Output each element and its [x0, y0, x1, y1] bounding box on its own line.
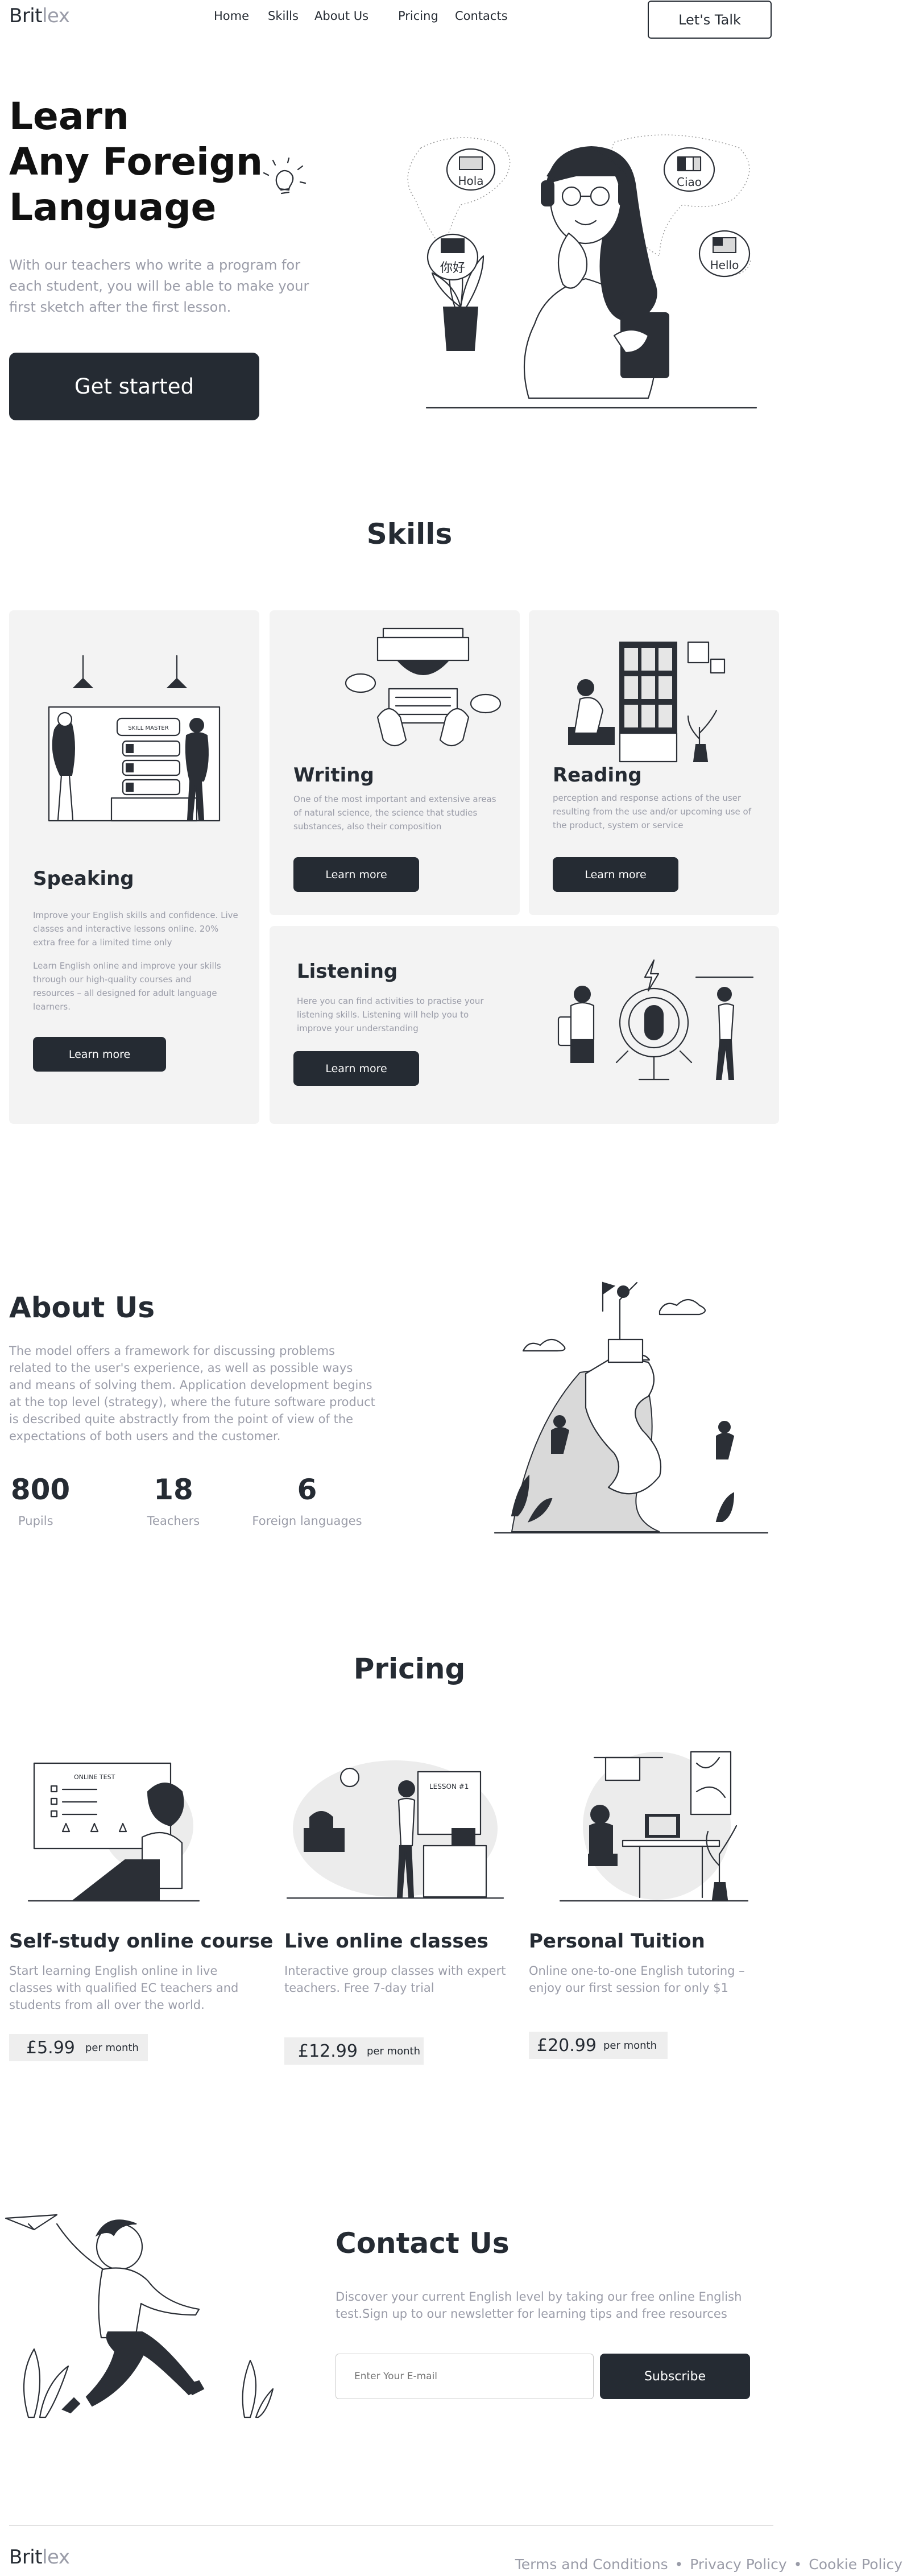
footer-link-terms[interactable]: Terms and Conditions: [515, 2556, 668, 2573]
nav-contacts[interactable]: Contacts: [455, 9, 508, 23]
self-study-price: £5.99: [26, 2037, 75, 2058]
speech-bubble-nihao: 你好: [426, 233, 479, 281]
about-heading: About Us: [9, 1291, 155, 1324]
live-classes-illustration: LESSON #1: [286, 1760, 504, 1899]
speaking-learn-more-button[interactable]: Learn more: [33, 1037, 166, 1072]
about-illustration: [494, 1281, 769, 1534]
woman-with-headphones: [523, 146, 669, 399]
personal-tuition-price-badge: £20.99 per month: [529, 2032, 668, 2059]
speaking-illustration: SKILL MASTER: [48, 655, 221, 822]
footer-divider: [9, 2525, 773, 2526]
footer-separator: •: [674, 2556, 684, 2573]
stat-languages: 6 Foreign languages: [250, 1473, 364, 1528]
footer-logo-brit: Brit: [9, 2546, 43, 2569]
live-classes-art-text: LESSON #1: [429, 1783, 469, 1791]
lightbulb-icon: [263, 157, 307, 195]
reading-text: perception and response actions of the u…: [553, 793, 751, 830]
hero-title-line-2: Any Foreign: [9, 140, 263, 184]
writing-title: Writing: [293, 764, 374, 787]
lets-talk-button[interactable]: Let's Talk: [648, 1, 772, 39]
nav-home[interactable]: Home: [214, 9, 249, 23]
nav-about-us[interactable]: About Us: [314, 9, 368, 23]
stat-pupils: 800 Pupils: [9, 1473, 72, 1528]
speech-bubble-ciao: Ciao: [663, 147, 715, 192]
personal-tuition-text: Online one-to-one English tutoring – enj…: [529, 1964, 745, 1995]
nav-skills[interactable]: Skills: [268, 9, 299, 23]
stat-teachers: 18 Teachers: [142, 1473, 205, 1528]
reading-learn-more-button[interactable]: Learn more: [553, 857, 678, 892]
stat-teachers-value: 18: [154, 1473, 193, 1506]
footer-logo-lex: lex: [42, 2546, 70, 2569]
bubble-hello-text: Hello: [710, 258, 739, 272]
live-classes-price: £12.99: [298, 2041, 358, 2061]
about-text: The model offers a framework for discuss…: [9, 1344, 375, 1443]
speaking-title: Speaking: [33, 867, 134, 890]
bubble-hola-text: Hola: [458, 174, 483, 188]
footer-link-privacy[interactable]: Privacy Policy: [690, 2556, 786, 2573]
reading-illustration: [568, 641, 726, 763]
get-started-button[interactable]: Get started: [9, 353, 259, 420]
speech-bubble-hola: Hola: [446, 148, 496, 191]
live-classes-price-badge: £12.99 per month: [284, 2037, 424, 2065]
subscribe-button[interactable]: Subscribe: [600, 2354, 750, 2399]
logo-brit: Brit: [9, 5, 43, 27]
stat-teachers-label: Teachers: [147, 1514, 200, 1528]
paper-plane-boy-illustration: [5, 2214, 274, 2418]
contact-heading: Contact Us: [336, 2227, 510, 2260]
stat-languages-value: 6: [297, 1473, 317, 1506]
footer-logo[interactable]: Britlex: [9, 2546, 70, 2569]
self-study-price-badge: £5.99 per month: [9, 2034, 148, 2061]
skills-heading: Skills: [366, 518, 453, 551]
personal-tuition-period: per month: [603, 2039, 657, 2052]
writing-text: One of the most important and extensive …: [293, 794, 496, 832]
skill-card-writing: Writing One of the most important and ex…: [270, 610, 520, 915]
email-input[interactable]: [336, 2354, 594, 2399]
writing-learn-more-button[interactable]: Learn more: [293, 857, 419, 892]
stat-pupils-value: 800: [10, 1473, 71, 1506]
personal-tuition-illustration: [559, 1751, 749, 1902]
skill-card-speaking: SKILL MASTER Speaking Improve your Engli…: [9, 610, 259, 1124]
listening-illustration: [557, 959, 754, 1081]
stat-languages-label: Foreign languages: [252, 1514, 362, 1528]
self-study-period: per month: [85, 2041, 139, 2054]
skill-card-reading: Reading perception and response actions …: [529, 610, 779, 915]
skill-card-listening: Listening Here you can find activities t…: [270, 926, 779, 1124]
reading-title: Reading: [553, 764, 642, 787]
personal-tuition-price: £20.99: [537, 2035, 597, 2056]
live-classes-title: Live online classes: [284, 1930, 488, 1953]
hero-title-line-1: Learn: [9, 94, 129, 138]
contact-text: Discover your current English level by t…: [336, 2290, 742, 2321]
hero-illustration: Hola Ciao 你好 Hello: [407, 134, 757, 409]
writing-illustration: [345, 627, 502, 747]
hero-title: Learn Any Foreign Language: [9, 94, 263, 230]
logo-lex: lex: [42, 5, 70, 27]
listening-learn-more-button[interactable]: Learn more: [293, 1051, 419, 1086]
hero-title-line-3: Language: [9, 185, 217, 229]
live-classes-text: Interactive group classes with expert te…: [284, 1964, 506, 1995]
hero-subtitle: With our teachers who write a program fo…: [9, 257, 309, 315]
speech-bubble-hello: Hello: [698, 230, 751, 278]
self-study-text: Start learning English online in live cl…: [9, 1964, 239, 2012]
self-study-illustration: ONLINE TEST: [27, 1762, 200, 1902]
logo[interactable]: Britlex: [9, 5, 70, 27]
bubble-nihao-text: 你好: [440, 261, 465, 275]
self-study-art-text: ONLINE TEST: [74, 1773, 115, 1781]
stat-pupils-label: Pupils: [18, 1514, 53, 1528]
footer-link-cookie[interactable]: Cookie Policy: [809, 2556, 902, 2573]
pricing-heading: Pricing: [353, 1652, 466, 1685]
footer-separator: •: [793, 2556, 802, 2573]
self-study-title: Self-study online course: [9, 1930, 274, 1953]
personal-tuition-title: Personal Tuition: [529, 1930, 705, 1953]
speaking-board-text: SKILL MASTER: [128, 725, 168, 731]
bubble-ciao-text: Ciao: [677, 175, 702, 189]
speaking-text-1: Improve your English skills and confiden…: [33, 910, 238, 948]
nav-pricing[interactable]: Pricing: [398, 9, 438, 23]
speaking-text-2: Learn English online and improve your sk…: [33, 961, 221, 1012]
listening-text: Here you can find activities to practise…: [297, 996, 484, 1033]
listening-title: Listening: [297, 960, 398, 983]
footer-links: Terms and Conditions • Privacy Policy • …: [515, 2556, 902, 2573]
live-classes-period: per month: [366, 2045, 421, 2057]
